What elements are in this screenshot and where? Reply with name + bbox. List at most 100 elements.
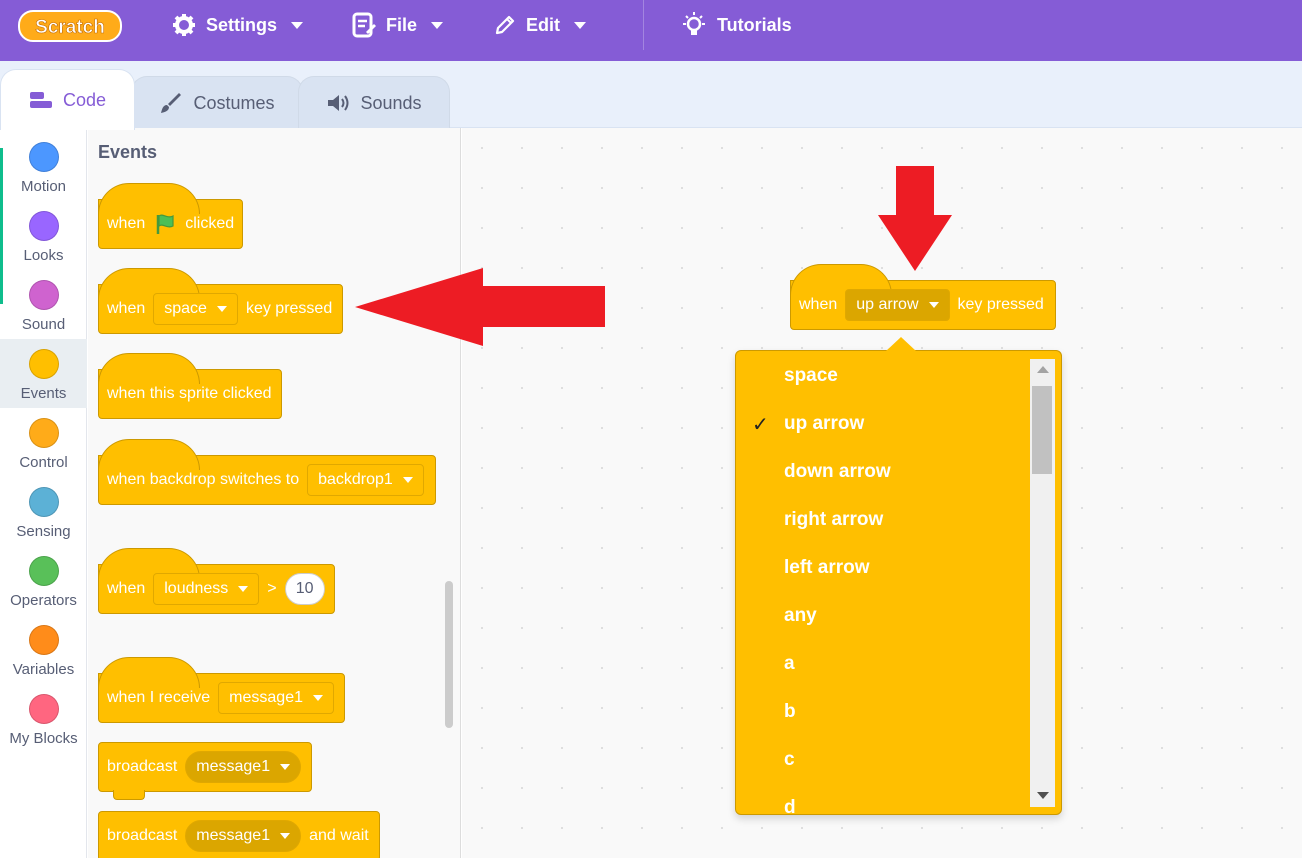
when-backdrop-switches-block[interactable]: when backdrop switches to backdrop1 xyxy=(98,439,436,505)
workspace-key-value: up arrow xyxy=(856,296,919,313)
dropdown-arrow-icon xyxy=(280,833,291,839)
when-key-pressed-block[interactable]: when space key pressed xyxy=(98,268,343,334)
when-flag-clicked-block[interactable]: when clicked xyxy=(98,183,243,249)
key-dropdown[interactable]: space xyxy=(153,293,238,325)
message-value: message1 xyxy=(229,689,303,706)
category-label: Sensing xyxy=(16,523,71,540)
scroll-up-icon[interactable] xyxy=(1037,366,1049,373)
category-my-blocks[interactable]: My Blocks xyxy=(0,684,87,753)
tab-costumes[interactable]: Costumes xyxy=(131,76,303,129)
checkmark-icon: ✓ xyxy=(752,413,769,436)
sensor-dropdown[interactable]: loudness xyxy=(153,573,260,605)
palette-scrollbar[interactable] xyxy=(445,581,453,728)
dropdown-option[interactable]: ✓ up arrow xyxy=(736,400,1030,448)
file-menu[interactable]: File xyxy=(352,0,444,50)
dropdown-option-label: right arrow xyxy=(784,509,884,530)
lightbulb-icon xyxy=(683,12,705,35)
category-color-dot xyxy=(28,694,59,724)
scratch-logo[interactable]: Scratch xyxy=(18,8,122,44)
category-label: Operators xyxy=(10,592,77,609)
settings-menu[interactable]: Settings xyxy=(172,0,304,50)
category-motion[interactable]: Motion xyxy=(0,132,87,201)
tutorials-button[interactable]: Tutorials xyxy=(681,0,792,50)
category-sensing[interactable]: Sensing xyxy=(0,477,87,546)
dropdown-option[interactable]: left arrow xyxy=(736,544,1030,592)
menu-divider xyxy=(643,0,644,50)
when-i-receive-block[interactable]: when I receive message1 xyxy=(98,657,345,723)
category-looks[interactable]: Looks xyxy=(0,201,87,270)
block-text: when xyxy=(107,215,146,232)
dropdown-option-label: any xyxy=(784,605,817,626)
category-menu: Motion Looks Sound Events Control Sensing Oper… xyxy=(0,128,87,858)
backdrop-dropdown[interactable]: backdrop1 xyxy=(307,464,424,496)
block-text: when xyxy=(107,580,146,597)
dropdown-option-label: b xyxy=(784,701,796,722)
scrollbar-thumb[interactable] xyxy=(1032,386,1052,474)
category-sound[interactable]: Sound xyxy=(0,270,87,339)
file-label: File xyxy=(386,14,418,35)
dropdown-arrow-icon xyxy=(238,586,249,592)
category-color-dot xyxy=(28,349,59,379)
dropdown-arrow-icon xyxy=(402,477,413,483)
dropdown-option-label: d xyxy=(784,797,796,815)
threshold-input[interactable]: 10 xyxy=(284,573,325,605)
category-control[interactable]: Control xyxy=(0,408,87,477)
svg-text:Scratch: Scratch xyxy=(35,17,105,38)
speaker-icon xyxy=(328,95,349,111)
dropdown-option[interactable]: c xyxy=(736,736,1030,784)
dropdown-scrollbar[interactable] xyxy=(1030,359,1055,807)
dropdown-arrow-icon xyxy=(216,306,227,312)
editor-tabs: Code Costumes Sounds xyxy=(0,61,1302,130)
dropdown-option[interactable]: any xyxy=(736,592,1030,640)
dropdown-arrow-icon xyxy=(313,695,323,701)
dropdown-option[interactable]: d xyxy=(736,784,1030,815)
broadcast-block[interactable]: broadcast message1 xyxy=(98,742,312,800)
edit-label: Edit xyxy=(526,14,560,35)
dropdown-option[interactable]: right arrow xyxy=(736,496,1030,544)
dropdown-option[interactable]: b xyxy=(736,688,1030,736)
when-loudness-block[interactable]: when loudness > 10 xyxy=(98,548,335,614)
dropdown-option[interactable]: down arrow xyxy=(736,448,1030,496)
category-events[interactable]: Events xyxy=(0,339,87,408)
dropdown-list: space ✓ up arrow down arrow right arrow left … xyxy=(736,351,1030,815)
category-variables[interactable]: Variables xyxy=(0,615,87,684)
when-sprite-clicked-block[interactable]: when this sprite clicked xyxy=(98,353,282,419)
message-dropdown[interactable]: message1 xyxy=(218,682,334,714)
block-text: key pressed xyxy=(245,300,333,317)
broadcast-value: message1 xyxy=(196,758,271,775)
dropdown-option-label: up arrow xyxy=(784,413,865,434)
block-text: when backdrop switches to xyxy=(107,471,300,488)
workspace-key-dropdown[interactable]: up arrow xyxy=(845,289,950,321)
dropdown-option-label: down arrow xyxy=(784,461,891,482)
workspace-when-key-pressed-block[interactable]: when up arrow key pressed xyxy=(790,264,1056,330)
tab-code[interactable]: Code xyxy=(0,69,135,130)
gear-icon xyxy=(173,14,195,36)
brush-icon xyxy=(161,93,182,113)
category-label: Motion xyxy=(20,178,67,195)
dropdown-option[interactable]: a xyxy=(736,640,1030,688)
category-label: Control xyxy=(19,454,68,471)
broadcast-and-wait-block[interactable]: broadcast message1 and wait xyxy=(98,811,380,858)
tutorials-label: Tutorials xyxy=(717,14,792,35)
block-text: and wait xyxy=(309,827,369,844)
category-label: Sound xyxy=(21,316,66,333)
key-value: space xyxy=(164,300,207,317)
dropdown-option-label: a xyxy=(784,653,795,674)
scroll-down-icon[interactable] xyxy=(1037,792,1049,799)
dropdown-option-label: space xyxy=(784,365,838,386)
dropdown-option[interactable]: space xyxy=(736,352,1030,400)
block-text: when I receive xyxy=(107,689,211,706)
broadcast-dropdown[interactable]: message1 xyxy=(185,751,302,783)
block-text: key pressed xyxy=(957,296,1044,313)
category-operators[interactable]: Operators xyxy=(0,546,87,615)
tab-sounds[interactable]: Sounds xyxy=(298,76,450,129)
category-label: Variables xyxy=(12,661,75,678)
chevron-down-icon xyxy=(431,21,444,29)
broadcast-wait-dropdown[interactable]: message1 xyxy=(185,820,302,852)
category-color-dot xyxy=(28,487,59,517)
red-arrow-down-annotation xyxy=(878,166,952,271)
dropdown-arrow-icon xyxy=(280,764,291,770)
edit-menu[interactable]: Edit xyxy=(494,0,586,50)
block-palette: Events when clicked when space key press… xyxy=(88,128,461,858)
dropdown-option-label: left arrow xyxy=(784,557,870,578)
